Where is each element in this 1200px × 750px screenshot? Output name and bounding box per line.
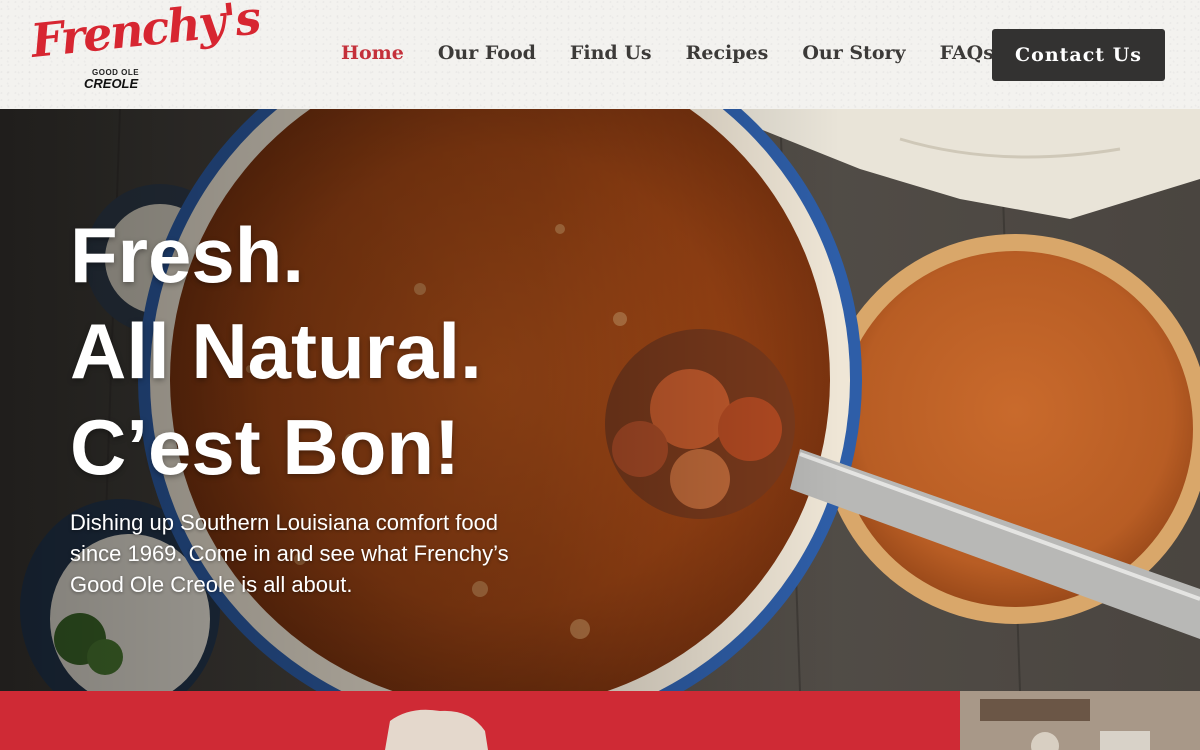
nav-item-faqs[interactable]: FAQs <box>940 42 994 64</box>
nav-item-recipes[interactable]: Recipes <box>686 42 769 64</box>
nav-item-find-us[interactable]: Find Us <box>570 42 652 64</box>
nav-item-our-story[interactable]: Our Story <box>802 42 905 64</box>
interior-photo <box>960 691 1200 750</box>
hero-subtext: Dishing up Southern Louisiana comfort fo… <box>70 510 509 597</box>
food-illustration-icon <box>385 709 488 750</box>
hero-heading-line-2: All Natural. <box>70 307 482 395</box>
contact-us-button[interactable]: Contact Us <box>992 29 1165 81</box>
hero-section: Fresh. All Natural. C’est Bon! Dishing u… <box>0 109 1200 691</box>
logo-script-text: Frenchy's <box>28 0 262 68</box>
hero-heading-line-1: Fresh. <box>70 211 305 299</box>
next-section-red-panel <box>0 691 960 750</box>
hero-heading-line-3: C’est Bon! <box>70 403 460 491</box>
nav-item-home[interactable]: Home <box>341 42 404 64</box>
nav-item-our-food[interactable]: Our Food <box>438 42 536 64</box>
main-nav: Home Our Food Find Us Recipes Our Story … <box>341 42 1028 64</box>
hero-heading: Fresh. All Natural. C’est Bon! <box>70 207 482 495</box>
next-section-photo <box>960 691 1200 750</box>
logo-tagline-bottom: CREOLE <box>84 76 139 91</box>
site-header: Frenchy's GOOD OLE CREOLE Home Our Food … <box>0 0 1200 109</box>
frenchys-logo[interactable]: Frenchy's GOOD OLE CREOLE <box>28 0 261 94</box>
